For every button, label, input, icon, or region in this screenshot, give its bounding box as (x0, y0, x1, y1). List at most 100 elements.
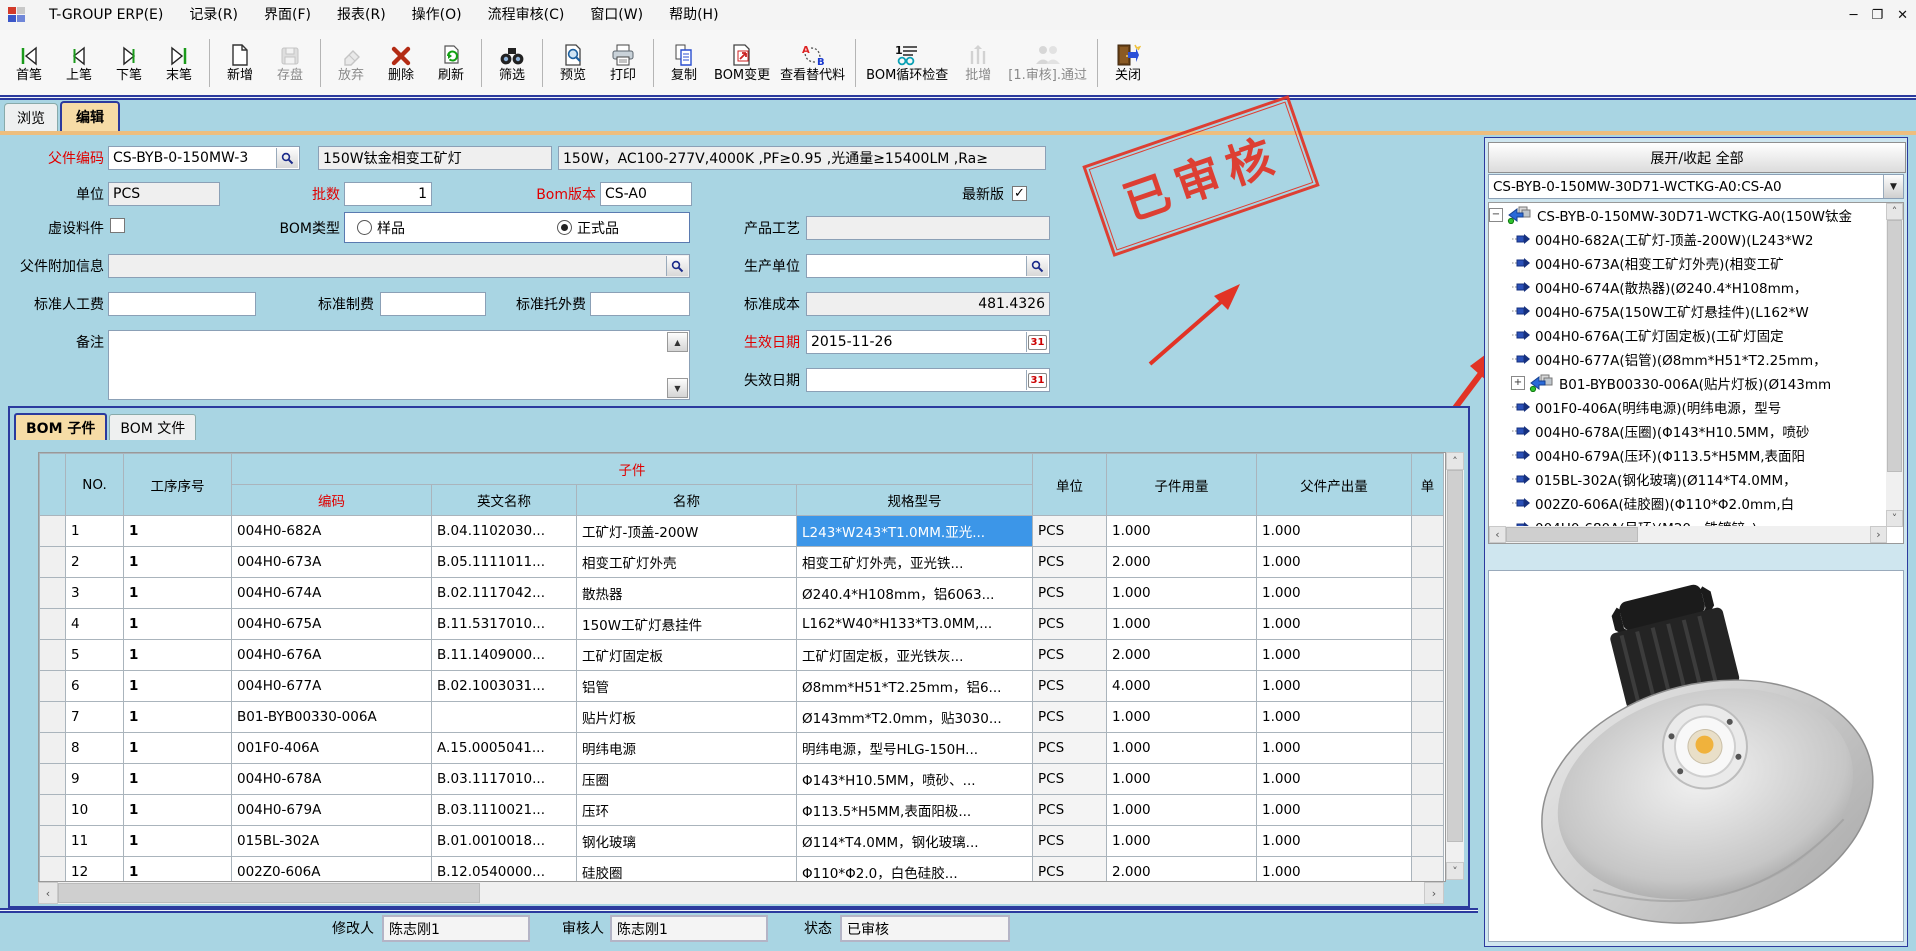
expand-toggle-icon[interactable]: + (1511, 376, 1525, 390)
copy-button[interactable]: 复制 (659, 39, 709, 86)
cell-code[interactable]: B01-BYB00330-006A (232, 702, 432, 733)
cell-spec[interactable]: 工矿灯固定板，亚光铁灰... (797, 640, 1033, 671)
memo-scroll-up-icon[interactable]: ▲ (667, 332, 688, 352)
cell-name[interactable]: 压圈 (577, 764, 797, 795)
row-selector[interactable] (40, 547, 66, 578)
scroll-right-icon[interactable]: › (1870, 526, 1887, 543)
calendar-icon[interactable]: 31 (1026, 370, 1048, 390)
unit-header[interactable]: 单位 (1033, 454, 1107, 516)
cell-spec[interactable]: L162*W40*H133*T3.0MM,... (797, 609, 1033, 640)
cell-code[interactable]: 004H0-682A (232, 516, 432, 547)
mfg-cost-field[interactable] (380, 292, 486, 316)
lookup-icon[interactable] (276, 148, 298, 168)
cell-spec[interactable]: 明纬电源，型号HLG-150H... (797, 733, 1033, 764)
tree-horizontal-scrollbar[interactable]: ‹ › (1489, 526, 1887, 543)
menu-item-t-group-erp[interactable]: T-GROUP ERP(E) (36, 0, 176, 30)
row-selector[interactable] (40, 702, 66, 733)
tree-node[interactable]: −CS-BYB-0-150MW-30D71-WCTKG-A0(150W钛金 (1489, 203, 1887, 227)
qty-header[interactable]: 子件用量 (1107, 454, 1257, 516)
cell-code[interactable]: 004H0-678A (232, 764, 432, 795)
cell-code[interactable]: 015BL-302A (232, 826, 432, 857)
lookup-icon[interactable] (666, 256, 688, 276)
cell-en-name[interactable]: B.03.1117010... (432, 764, 577, 795)
cell-name[interactable]: 硅胶圈 (577, 857, 797, 883)
labor-cost-field[interactable] (108, 292, 256, 316)
prev-record-button[interactable]: 上笔 (54, 39, 104, 86)
row-selector[interactable] (40, 826, 66, 857)
table-vertical-scrollbar[interactable]: ˄ ˅ (1446, 452, 1464, 880)
prod-unit-field[interactable] (806, 254, 1050, 278)
view-substitute-button[interactable]: AB查看替代料 (775, 39, 850, 86)
cell-name[interactable]: 散热器 (577, 578, 797, 609)
row-selector[interactable] (40, 764, 66, 795)
menu-item-record[interactable]: 记录(R) (176, 0, 251, 30)
window-close-button[interactable]: ✕ (1897, 8, 1908, 23)
lookup-icon[interactable] (1026, 256, 1048, 276)
cell-en-name[interactable]: A.15.0005041... (432, 733, 577, 764)
cell-code[interactable]: 004H0-679A (232, 795, 432, 826)
bom-version-dropdown[interactable]: CS-BYB-0-150MW-30D71-WCTKG-A0:CS-A0 ▼ (1488, 174, 1904, 199)
tree-node[interactable]: 004H0-682A(工矿灯-顶盖-200W)(L243*W2 (1489, 227, 1887, 251)
cell-code[interactable]: 004H0-676A (232, 640, 432, 671)
cell-name[interactable]: 明纬电源 (577, 733, 797, 764)
memo-field[interactable]: ▲ ▼ (108, 330, 690, 400)
en-name-header[interactable]: 英文名称 (432, 485, 577, 516)
print-button[interactable]: 打印 (598, 39, 648, 86)
tree-node[interactable]: 015BL-302A(钢化玻璃)(Ø114*T4.0MM， (1489, 467, 1887, 491)
scroll-down-icon[interactable]: ˅ (1446, 862, 1464, 880)
chevron-down-icon[interactable]: ▼ (1883, 175, 1903, 198)
scroll-down-icon[interactable]: ˅ (1886, 510, 1903, 527)
bom-type-formal[interactable]: 正式品 (557, 218, 619, 238)
cell-spec[interactable]: L243*W243*T1.0MM.亚光... (797, 516, 1033, 547)
outsource-cost-field[interactable] (590, 292, 690, 316)
delete-button[interactable]: 删除 (376, 39, 426, 86)
no-header[interactable]: NO. (66, 454, 124, 516)
first-record-button[interactable]: 首笔 (4, 39, 54, 86)
cell-en-name[interactable] (432, 702, 577, 733)
cell-code[interactable]: 001F0-406A (232, 733, 432, 764)
name-header[interactable]: 名称 (577, 485, 797, 516)
cell-en-name[interactable]: B.01.0010018... (432, 826, 577, 857)
cell-en-name[interactable]: B.11.5317010... (432, 609, 577, 640)
row-selector[interactable] (40, 609, 66, 640)
batch-field[interactable]: 1 (344, 182, 432, 206)
cell-en-name[interactable]: B.02.1117042... (432, 578, 577, 609)
row-selector[interactable] (40, 578, 66, 609)
virtual-part-checkbox[interactable] (110, 218, 125, 233)
cell-code[interactable]: 004H0-673A (232, 547, 432, 578)
bom-type-sample[interactable]: 样品 (357, 218, 405, 238)
row-selector[interactable] (40, 857, 66, 883)
cell-name[interactable]: 工矿灯-顶盖-200W (577, 516, 797, 547)
tab-edit[interactable]: 编辑 (60, 101, 120, 131)
cell-code[interactable]: 002Z0-606A (232, 857, 432, 883)
parent-qty-header[interactable]: 父件产出量 (1257, 454, 1412, 516)
cell-en-name[interactable]: B.04.1102030... (432, 516, 577, 547)
preview-button[interactable]: 预览 (548, 39, 598, 86)
row-selector[interactable] (40, 671, 66, 702)
cell-spec[interactable]: Φ113.5*H5MM,表面阳极... (797, 795, 1033, 826)
cell-en-name[interactable]: B.03.1110021... (432, 795, 577, 826)
menu-item-operation[interactable]: 操作(O) (399, 0, 475, 30)
bom-change-button[interactable]: BOM变更 (709, 39, 775, 86)
table-horizontal-scrollbar[interactable]: ‹ › (38, 882, 1444, 904)
extra-header[interactable]: 单 (1412, 454, 1444, 516)
filter-button[interactable]: 筛选 (487, 39, 537, 86)
cell-en-name[interactable]: B.02.1003031... (432, 671, 577, 702)
add-button[interactable]: 新增 (215, 39, 265, 86)
cell-name[interactable]: 工矿灯固定板 (577, 640, 797, 671)
row-selector[interactable] (40, 795, 66, 826)
scroll-up-icon[interactable]: ˄ (1886, 203, 1903, 220)
cell-en-name[interactable]: B.11.1409000... (432, 640, 577, 671)
scroll-left-icon[interactable]: ‹ (38, 882, 58, 904)
row-selector[interactable] (40, 640, 66, 671)
cell-spec[interactable]: Ø240.4*H108mm，铝6063... (797, 578, 1033, 609)
code-header[interactable]: 编码 (232, 485, 432, 516)
tree-node[interactable]: 004H0-673A(相变工矿灯外壳)(相变工矿 (1489, 251, 1887, 275)
calendar-icon[interactable]: 31 (1026, 332, 1048, 352)
cell-spec[interactable]: 相变工矿灯外壳，亚光铁... (797, 547, 1033, 578)
tree-node[interactable]: 004H0-677A(铝管)(Ø8mm*H51*T2.25mm， (1489, 347, 1887, 371)
cell-name[interactable]: 压环 (577, 795, 797, 826)
spec-header[interactable]: 规格型号 (797, 485, 1033, 516)
cell-name[interactable]: 150W工矿灯悬挂件 (577, 609, 797, 640)
parent-code-field[interactable]: CS-BYB-0-150MW-3 (108, 146, 300, 170)
